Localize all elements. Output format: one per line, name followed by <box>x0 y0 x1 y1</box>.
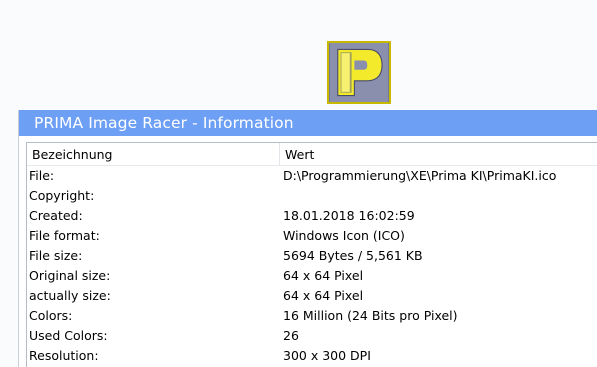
row-value: 64 x 64 Pixel <box>283 268 364 283</box>
row-label: Used Colors: <box>29 328 108 343</box>
row-label: Copyright: <box>29 188 95 203</box>
table-row[interactable]: Resolution: 300 x 300 DPI <box>27 346 597 366</box>
prima-p-logo-icon <box>329 43 389 102</box>
row-value: 64 x 64 Pixel <box>283 288 364 303</box>
table-row[interactable]: Colors: 16 Million (24 Bits pro Pixel) <box>27 306 597 326</box>
row-label: Original size: <box>29 268 111 283</box>
information-panel: PRIMA Image Racer - Information Bezeichn… <box>18 110 597 367</box>
table-row[interactable]: Created: 18.01.2018 16:02:59 <box>27 206 597 226</box>
table-row[interactable]: actually size: 64 x 64 Pixel <box>27 286 597 306</box>
row-label: File size: <box>29 248 83 263</box>
row-value: D:\Programmierung\XE\Prima KI\PrimaKI.ic… <box>283 168 557 183</box>
column-header-wert[interactable]: Wert <box>280 143 597 165</box>
table-row[interactable]: File: D:\Programmierung\XE\Prima KI\Prim… <box>27 166 597 186</box>
row-value: 26 <box>283 328 299 343</box>
row-label: Colors: <box>29 308 73 323</box>
panel-title: PRIMA Image Racer - Information <box>19 110 597 136</box>
row-label: File format: <box>29 228 100 243</box>
row-label: actually size: <box>29 288 111 303</box>
app-window: PRIMA Image Racer - Information Bezeichn… <box>0 0 597 367</box>
row-value: 300 x 300 DPI <box>283 348 371 363</box>
table-row[interactable]: File format: Windows Icon (ICO) <box>27 226 597 246</box>
row-value <box>280 186 597 206</box>
table-row[interactable]: Copyright: <box>27 186 597 206</box>
row-value: 16 Million (24 Bits pro Pixel) <box>283 308 458 323</box>
table-row[interactable]: File size: 5694 Bytes / 5,561 KB <box>27 246 597 266</box>
table-row[interactable]: Original size: 64 x 64 Pixel <box>27 266 597 286</box>
table-row[interactable]: Used Colors: 26 <box>27 326 597 346</box>
row-label: Resolution: <box>29 348 99 363</box>
row-value: Windows Icon (ICO) <box>283 228 405 243</box>
column-header-bezeichnung[interactable]: Bezeichnung <box>27 143 280 165</box>
row-value: 18.01.2018 16:02:59 <box>283 208 415 223</box>
row-label: File: <box>29 168 55 183</box>
row-label: Created: <box>29 208 83 223</box>
list-header: Bezeichnung Wert <box>27 143 597 166</box>
info-list-view[interactable]: Bezeichnung Wert File: D:\Programmierung… <box>26 142 597 367</box>
prima-logo <box>327 41 391 104</box>
row-value: 5694 Bytes / 5,561 KB <box>283 248 423 263</box>
